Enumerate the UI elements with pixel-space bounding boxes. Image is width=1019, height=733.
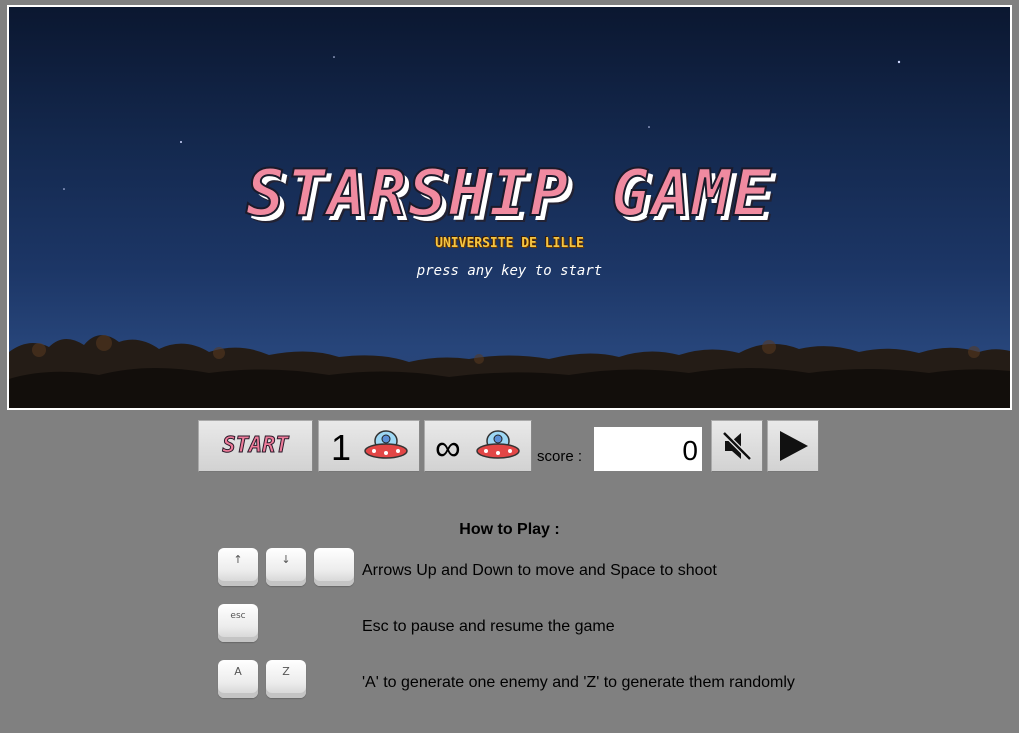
esc-key-icon: esc bbox=[218, 604, 258, 642]
infinite-label: ∞ bbox=[435, 427, 461, 468]
instruction-pause: Esc to pause and resume the game bbox=[362, 618, 615, 635]
instruction-enemies: 'A' to generate one enemy and 'Z' to gen… bbox=[362, 674, 795, 691]
arrow-up-key-icon: ↑ bbox=[218, 548, 258, 586]
speaker-muted-icon bbox=[722, 431, 752, 461]
mute-button[interactable] bbox=[711, 420, 763, 472]
ufo-icon bbox=[364, 430, 408, 459]
instruction-move-shoot: Arrows Up and Down to move and Space to … bbox=[362, 562, 717, 579]
z-key-icon: Z bbox=[266, 660, 306, 698]
play-button[interactable] bbox=[767, 420, 819, 472]
space-key-icon bbox=[314, 548, 354, 586]
infinite-enemies-button[interactable]: ∞ bbox=[424, 420, 532, 472]
start-prompt: press any key to start bbox=[416, 263, 603, 279]
how-to-play-title: How to Play : bbox=[459, 521, 560, 538]
one-enemy-label: 1 bbox=[331, 427, 352, 468]
add-one-enemy-button[interactable]: 1 bbox=[318, 420, 420, 472]
a-key-icon: A bbox=[218, 660, 258, 698]
score-label: score : bbox=[537, 448, 583, 465]
game-subtitle: UNIVERSITE DE LILLE bbox=[435, 236, 584, 251]
start-button[interactable]: START bbox=[198, 420, 313, 472]
play-icon bbox=[780, 431, 808, 461]
score-display: 0 bbox=[594, 427, 702, 471]
start-button-label: START bbox=[222, 433, 289, 459]
game-title: STARSHIP GAME bbox=[245, 156, 773, 232]
game-canvas[interactable]: STARSHIP GAME UNIVERSITE DE LILLE press … bbox=[7, 5, 1012, 410]
arrow-down-key-icon: ↓ bbox=[266, 548, 306, 586]
ufo-icon bbox=[476, 430, 520, 459]
